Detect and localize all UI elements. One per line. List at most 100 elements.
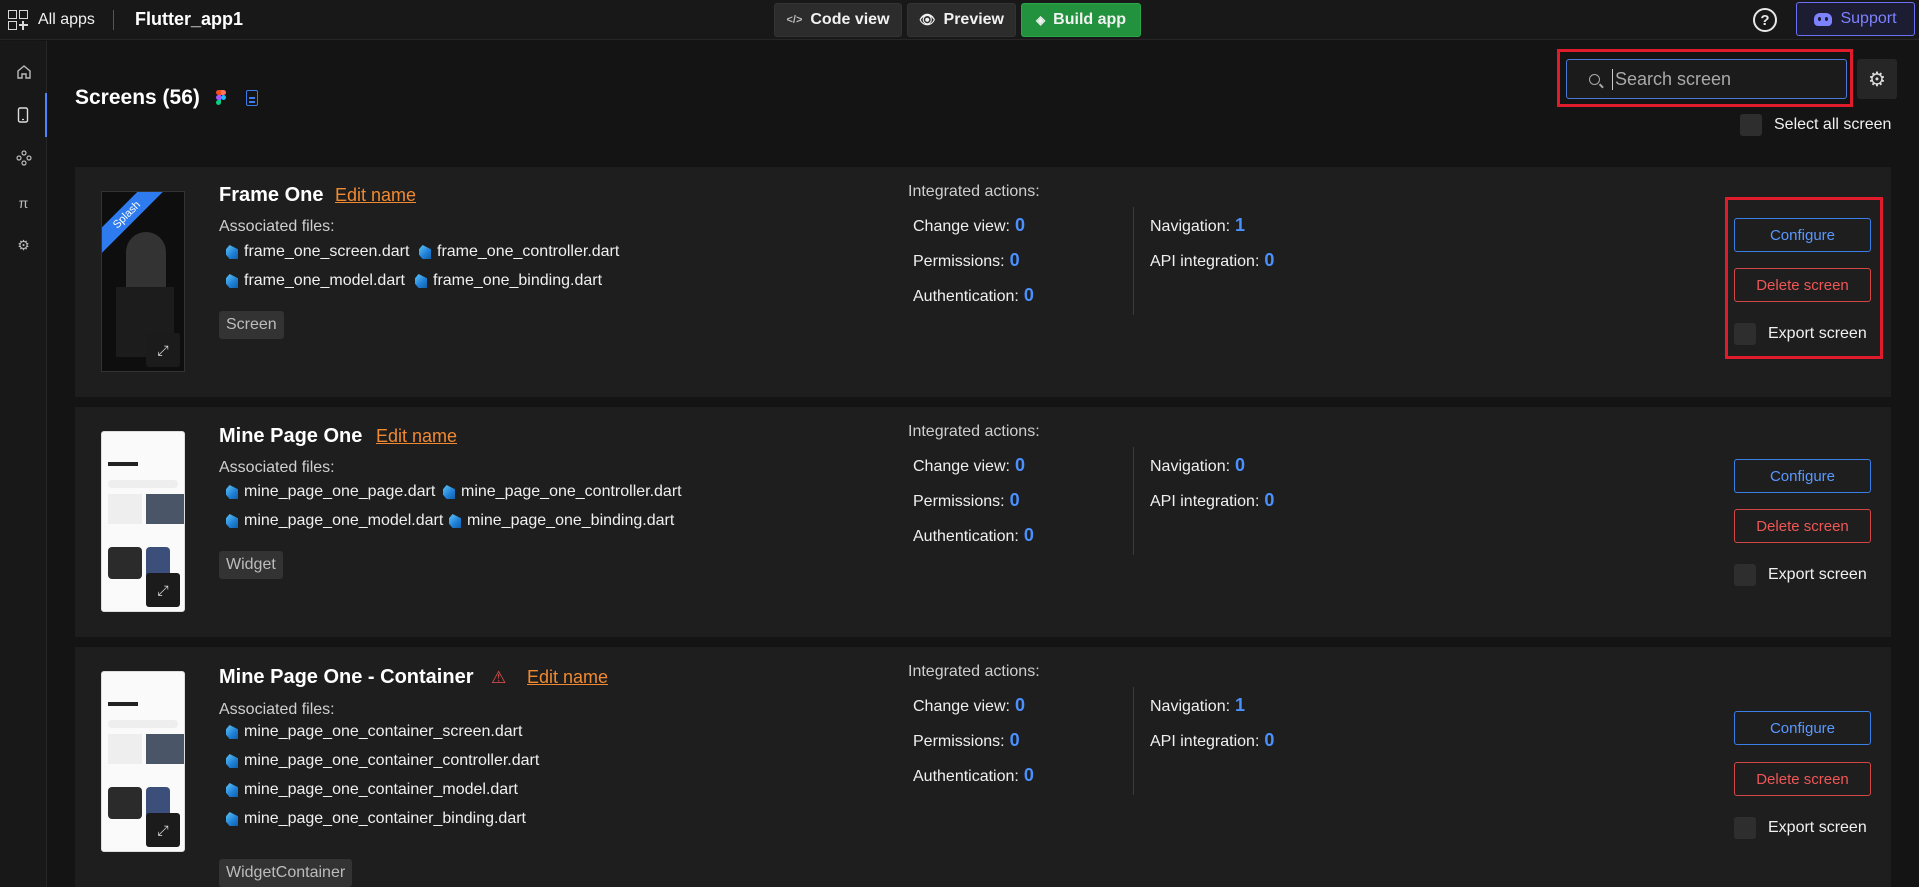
expand-icon[interactable]: ⤢ xyxy=(146,573,180,607)
preview-button[interactable]: 👁 Preview xyxy=(907,3,1016,37)
help-icon[interactable]: ? xyxy=(1753,8,1777,32)
export-label: Export screen xyxy=(1768,566,1867,583)
screen-thumbnail[interactable]: ⤢ xyxy=(101,431,185,612)
expand-icon[interactable]: ⤢ xyxy=(146,333,180,367)
search-box[interactable] xyxy=(1566,59,1847,99)
screen-thumbnail[interactable]: ⤢ xyxy=(101,671,185,852)
metric-label: Change view: xyxy=(913,458,1010,475)
dart-icon xyxy=(443,485,455,499)
metric-label: Permissions: xyxy=(913,493,1005,510)
file-item[interactable]: frame_one_controller.dart xyxy=(419,243,619,261)
top-bar: All apps Flutter_app1 </> Code view 👁 Pr… xyxy=(0,0,1919,40)
file-name: mine_page_one_binding.dart xyxy=(467,512,675,529)
search-input[interactable] xyxy=(1612,68,1832,90)
metric-label: API integration: xyxy=(1150,733,1260,750)
dart-icon xyxy=(226,514,238,528)
gear-icon: ⚙ xyxy=(1868,68,1886,91)
file-item[interactable]: mine_page_one_container_model.dart xyxy=(226,781,518,799)
metric-label: Authentication: xyxy=(913,528,1019,545)
divider xyxy=(113,10,114,30)
export-screen-row[interactable]: Export screen xyxy=(1734,817,1867,839)
export-screen-row[interactable]: Export screen xyxy=(1734,564,1867,586)
screen-type-tag: Screen xyxy=(219,311,284,339)
file-item[interactable]: mine_page_one_binding.dart xyxy=(449,512,674,530)
metric-value: 0 xyxy=(1009,730,1020,750)
document-icon[interactable] xyxy=(246,90,258,106)
select-all-checkbox[interactable] xyxy=(1740,114,1762,136)
dart-icon xyxy=(226,812,238,826)
dart-icon xyxy=(226,274,238,288)
support-button[interactable]: Support xyxy=(1796,2,1915,36)
file-item[interactable]: frame_one_model.dart xyxy=(226,272,405,290)
api-integration-metric: API integration: 0 xyxy=(1150,250,1274,271)
thumbnail-figure xyxy=(126,232,166,292)
thumbnail-item xyxy=(108,787,142,819)
app-name: Flutter_app1 xyxy=(135,9,244,29)
file-item[interactable]: mine_page_one_controller.dart xyxy=(443,483,682,501)
dart-icon xyxy=(449,514,461,528)
delete-screen-button[interactable]: Delete screen xyxy=(1734,762,1871,796)
file-item[interactable]: mine_page_one_container_screen.dart xyxy=(226,723,522,741)
file-item[interactable]: mine_page_one_model.dart xyxy=(226,512,443,530)
metric-label: Authentication: xyxy=(913,288,1019,305)
export-screen-row[interactable]: Export screen xyxy=(1734,323,1867,345)
figma-icon[interactable] xyxy=(216,90,226,106)
select-all-row[interactable]: Select all screen xyxy=(1740,114,1891,136)
file-name: mine_page_one_controller.dart xyxy=(461,483,682,500)
file-item[interactable]: frame_one_binding.dart xyxy=(415,272,602,290)
all-apps-label: All apps xyxy=(38,11,95,28)
dart-icon xyxy=(226,783,238,797)
metric-value: 1 xyxy=(1235,695,1246,715)
configure-button[interactable]: Configure xyxy=(1734,459,1871,493)
metric-value: 0 xyxy=(1264,250,1275,270)
divider xyxy=(1133,687,1134,795)
metric-value: 0 xyxy=(1023,285,1034,305)
change-view-metric: Change view: 0 xyxy=(913,215,1025,236)
home-icon[interactable] xyxy=(0,50,47,94)
pi-icon[interactable]: π xyxy=(0,181,47,225)
export-checkbox[interactable] xyxy=(1734,817,1756,839)
associated-files-label: Associated files: xyxy=(219,218,335,235)
metric-value: 0 xyxy=(1023,525,1034,545)
configure-button[interactable]: Configure xyxy=(1734,218,1871,252)
file-item[interactable]: frame_one_screen.dart xyxy=(226,243,409,261)
thumbnail-banner xyxy=(108,494,142,524)
api-integration-metric: API integration: 0 xyxy=(1150,730,1274,751)
screens-icon[interactable] xyxy=(0,93,47,137)
all-apps-link[interactable]: All apps xyxy=(8,8,95,32)
expand-icon[interactable]: ⤢ xyxy=(146,813,180,847)
file-item[interactable]: mine_page_one_page.dart xyxy=(226,483,435,501)
file-item[interactable]: mine_page_one_container_binding.dart xyxy=(226,810,526,828)
metric-label: Change view: xyxy=(913,218,1010,235)
build-app-label: Build app xyxy=(1053,11,1127,28)
edit-name-link[interactable]: Edit name xyxy=(527,667,608,688)
thumbnail-banner xyxy=(108,734,142,764)
screen-settings-button[interactable]: ⚙ xyxy=(1857,59,1897,99)
screen-title: Mine Page One xyxy=(219,425,363,447)
delete-screen-button[interactable]: Delete screen xyxy=(1734,509,1871,543)
build-app-button[interactable]: ◈ Build app xyxy=(1021,3,1141,37)
page-title: Screens (56) xyxy=(75,86,200,109)
settings-icon[interactable]: ⚙ xyxy=(0,223,47,267)
configure-button[interactable]: Configure xyxy=(1734,711,1871,745)
export-checkbox[interactable] xyxy=(1734,323,1756,345)
delete-screen-button[interactable]: Delete screen xyxy=(1734,268,1871,302)
file-item[interactable]: mine_page_one_container_controller.dart xyxy=(226,752,539,770)
associated-files-label: Associated files: xyxy=(219,701,335,718)
code-view-button[interactable]: </> Code view xyxy=(774,3,902,37)
edit-name-link[interactable]: Edit name xyxy=(335,185,416,206)
export-checkbox[interactable] xyxy=(1734,564,1756,586)
edit-name-link[interactable]: Edit name xyxy=(376,426,457,447)
eye-icon: 👁 xyxy=(919,12,936,27)
metric-label: Change view: xyxy=(913,698,1010,715)
file-name: frame_one_binding.dart xyxy=(433,272,603,289)
metric-label: Authentication: xyxy=(913,768,1019,785)
screen-thumbnail[interactable]: Splash ⤢ xyxy=(101,191,185,372)
file-name: mine_page_one_container_controller.dart xyxy=(244,752,540,769)
associated-files-label: Associated files: xyxy=(219,459,335,476)
thumbnail-bag xyxy=(146,734,184,764)
navigation-metric: Navigation: 0 xyxy=(1150,455,1245,476)
metric-label: Permissions: xyxy=(913,733,1005,750)
components-icon[interactable] xyxy=(0,136,47,180)
warning-icon[interactable]: ⚠ xyxy=(491,668,506,688)
